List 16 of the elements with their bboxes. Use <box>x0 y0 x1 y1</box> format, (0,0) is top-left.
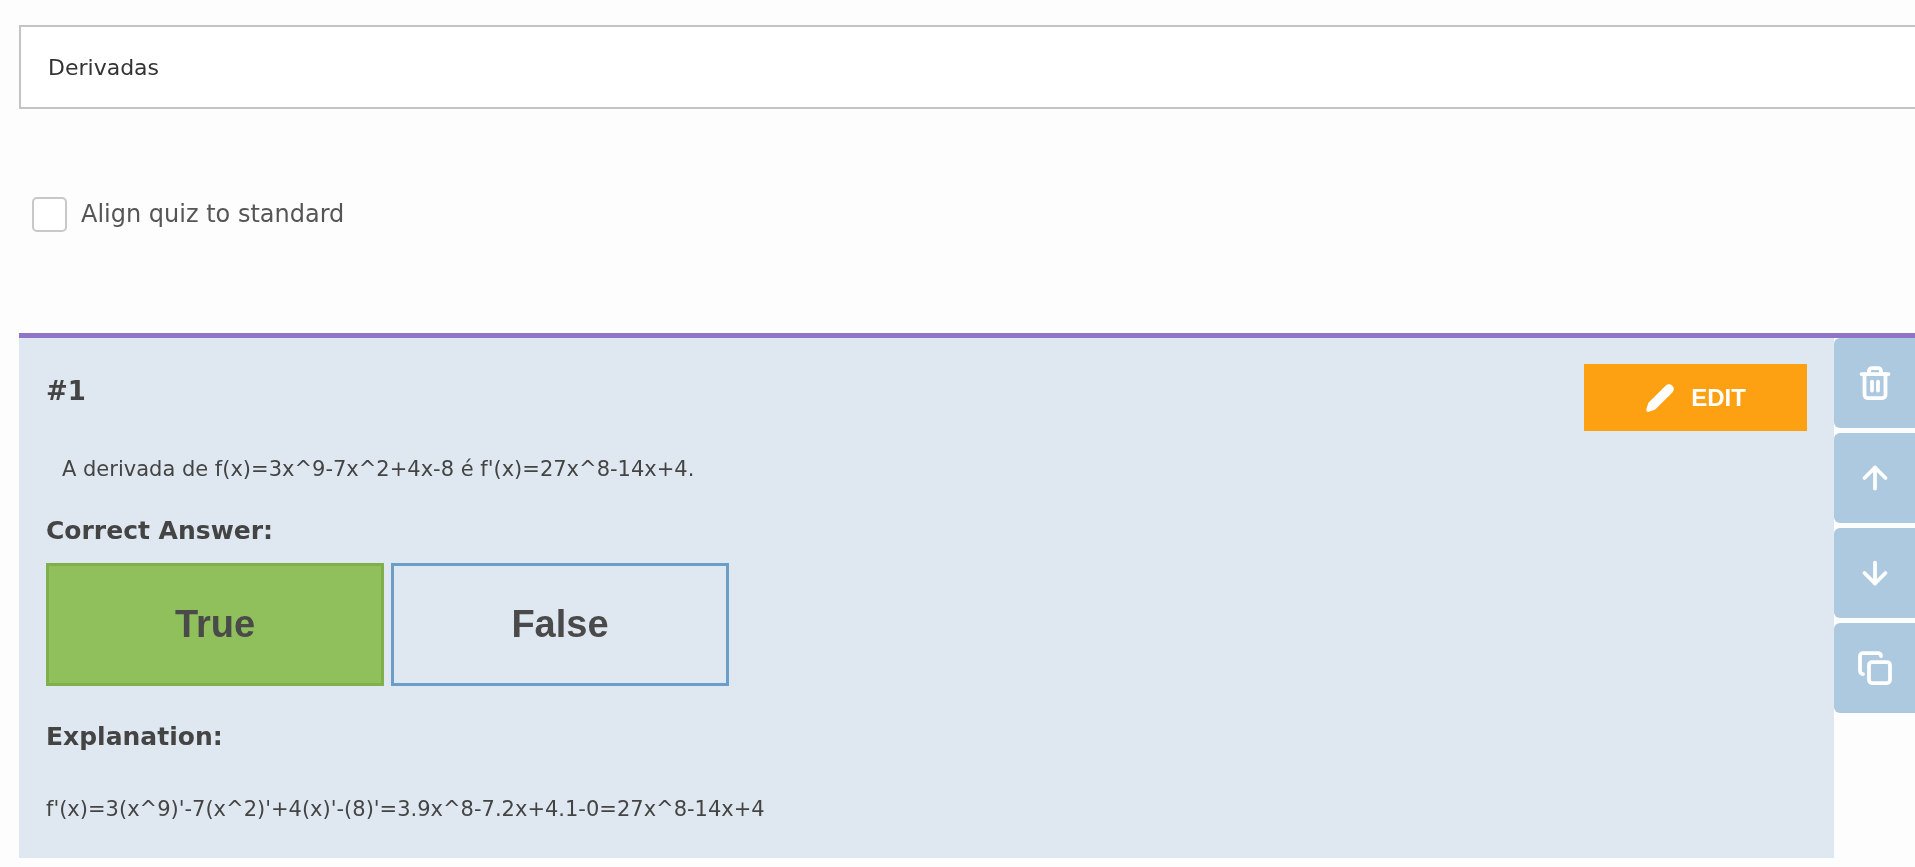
delete-button[interactable] <box>1834 338 1915 428</box>
pencil-icon <box>1645 382 1676 413</box>
answer-option[interactable]: True <box>46 563 384 686</box>
checkbox-label: Align quiz to standard <box>81 199 345 230</box>
copy-icon <box>1856 650 1893 686</box>
move-up-button[interactable] <box>1834 433 1915 523</box>
question-number: #1 <box>46 375 86 408</box>
answer-option[interactable]: False <box>391 563 729 686</box>
title-field[interactable]: Derivadas <box>19 25 1915 109</box>
question-text: A derivada de f(x)=3x^9-7x^2+4x-8 é f'(x)=27x^8-14x+4. <box>62 456 696 483</box>
move-down-button[interactable] <box>1834 528 1915 618</box>
answer-heading: Correct Answer: <box>46 514 274 547</box>
explanation-text: f'(x)=3(x^9)'-7(x^2)'+4(x)'-(8)'=3.9x^8-7.2x+4.1-0=27x^8-14x+4 <box>46 795 766 823</box>
duplicate-button[interactable] <box>1834 623 1915 713</box>
checkbox[interactable] <box>32 196 67 232</box>
explanation-heading: Explanation: <box>46 721 224 753</box>
